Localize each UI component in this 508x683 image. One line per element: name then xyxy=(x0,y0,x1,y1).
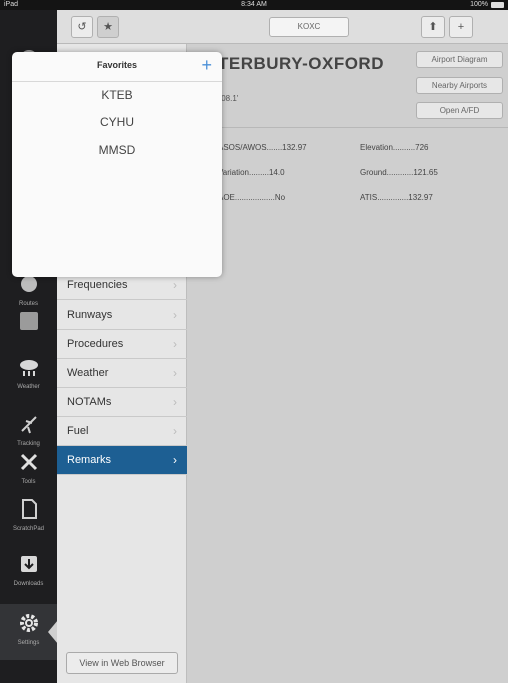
history-button[interactable]: ↺ xyxy=(71,16,93,38)
airport-name: TERBURY-OXFORD xyxy=(218,54,384,73)
battery-percent: 100% xyxy=(470,1,488,8)
plus-icon: + xyxy=(457,21,465,33)
tab-label: Tools xyxy=(21,479,36,485)
history-icon: ↺ xyxy=(77,21,87,33)
chevron-right-icon: › xyxy=(173,337,177,351)
airport-diagram-button[interactable]: Airport Diagram xyxy=(416,51,503,68)
list-item-label: Runways xyxy=(67,309,113,321)
asos-awos-value: ASOS/AWOS.......132.97 xyxy=(218,143,307,152)
list-item[interactable]: Procedures › xyxy=(57,330,187,359)
more-button[interactable]: + xyxy=(449,16,473,38)
list-item-selected[interactable]: Remarks › xyxy=(57,446,187,475)
star-icon: ★ xyxy=(103,21,113,33)
list-item-label: Remarks xyxy=(67,454,112,466)
list-item-label: Fuel xyxy=(67,425,89,437)
list-item[interactable]: Fuel › xyxy=(57,417,187,446)
list-item[interactable]: Runways › xyxy=(57,301,187,330)
list-item-label: Procedures xyxy=(67,338,124,350)
tab-downloads[interactable]: Downloads xyxy=(0,545,57,601)
atis-frequency-value: ATIS..............132.97 xyxy=(360,193,433,202)
elevation-value: Elevation..........726 xyxy=(360,143,429,152)
ground-frequency-value: Ground............121.65 xyxy=(360,168,438,177)
download-icon xyxy=(18,553,40,575)
cloud-icon xyxy=(18,356,40,378)
list-item-label: NOTAMs xyxy=(67,396,112,408)
chevron-right-icon: › xyxy=(173,308,177,322)
battery-icon xyxy=(491,2,504,8)
nearby-airports-button[interactable]: Nearby Airports xyxy=(416,77,503,94)
tab-settings[interactable]: Settings xyxy=(0,604,58,660)
plane-icon xyxy=(18,413,40,435)
chevron-right-icon: › xyxy=(173,424,177,438)
clock: 8:34 AM xyxy=(241,1,267,8)
list-item-label: Frequencies xyxy=(67,279,128,291)
variation-value: Variation.........14.0 xyxy=(218,168,285,177)
tab-weather[interactable]: Weather xyxy=(0,348,57,404)
top-toolbar: ↺ ★ KOXC ⬆ + xyxy=(57,10,508,44)
favorite-item[interactable]: KTEB xyxy=(12,88,222,102)
share-icon: ⬆ xyxy=(428,21,438,33)
tab-label: ScratchPad xyxy=(12,526,45,532)
tab-label: Settings xyxy=(17,640,40,646)
tools-icon xyxy=(18,451,40,473)
view-in-web-browser-button[interactable]: View in Web Browser xyxy=(66,652,178,674)
popover-title: Favorites xyxy=(96,60,138,70)
tab-label: Downloads xyxy=(13,581,44,587)
share-button[interactable]: ⬆ xyxy=(421,16,445,38)
popover-header: Favorites + xyxy=(12,52,222,82)
chevron-right-icon: › xyxy=(173,366,177,380)
document-icon xyxy=(18,498,40,520)
chevron-right-icon: › xyxy=(173,395,177,409)
gear-icon xyxy=(18,612,40,634)
airport-detail: TERBURY-OXFORD °08.1' Airport Diagram Ne… xyxy=(188,44,508,683)
chevron-right-icon: › xyxy=(173,453,177,467)
list-item-label: Weather xyxy=(67,367,109,379)
favorite-item[interactable]: CYHU xyxy=(12,115,222,129)
open-afd-button[interactable]: Open A/FD xyxy=(416,102,503,119)
info-square-icon xyxy=(18,310,40,332)
favorites-button[interactable]: ★ xyxy=(97,16,119,38)
divider xyxy=(218,127,508,128)
list-item[interactable]: Weather › xyxy=(57,359,187,388)
favorites-popover: Favorites + KTEB CYHU MMSD xyxy=(12,52,222,277)
tab-label: Weather xyxy=(17,384,40,390)
status-bar: iPad 8:34 AM 100% xyxy=(0,0,508,10)
aoe-value: AOE..................No xyxy=(218,193,286,202)
airport-ident-field[interactable]: KOXC xyxy=(269,17,349,37)
list-item[interactable]: NOTAMs › xyxy=(57,388,187,417)
tab-scratchpad[interactable]: ScratchPad xyxy=(0,490,57,546)
add-favorite-button[interactable]: + xyxy=(201,55,212,76)
favorite-item[interactable]: MMSD xyxy=(12,143,222,157)
